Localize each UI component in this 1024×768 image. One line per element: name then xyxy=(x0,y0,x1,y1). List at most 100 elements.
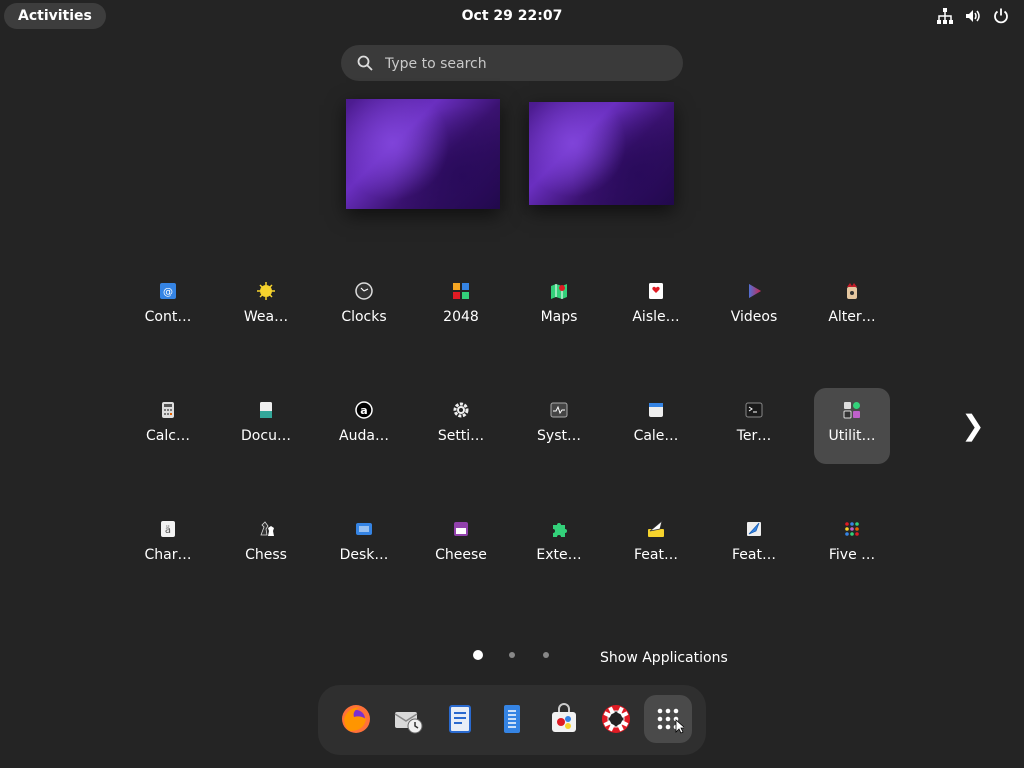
maps-icon xyxy=(551,284,567,299)
app-terminal[interactable]: Ter… xyxy=(716,388,792,464)
app-label: 2048 xyxy=(443,309,479,325)
app-maps[interactable]: Maps xyxy=(521,269,597,345)
dash-writer[interactable] xyxy=(436,695,484,743)
app-settings[interactable]: Setti… xyxy=(423,388,499,464)
app-label: Auda… xyxy=(339,428,389,444)
app-clocks[interactable]: Clocks xyxy=(326,269,402,345)
characters-icon: ä xyxy=(161,521,175,537)
app-label: Cale… xyxy=(633,428,679,444)
app-label: Five … xyxy=(828,547,876,563)
dash-help[interactable] xyxy=(592,695,640,743)
app-utilities-folder[interactable]: Utilit… xyxy=(814,388,890,464)
clock[interactable]: Oct 29 22:07 xyxy=(0,0,1024,32)
app-weather[interactable]: Wea… xyxy=(228,269,304,345)
app-chess[interactable]: Chess xyxy=(228,507,304,583)
alternative-icon xyxy=(847,283,857,299)
search-bar[interactable] xyxy=(341,45,683,83)
dash-firefox[interactable] xyxy=(332,695,380,743)
app-label: Calc… xyxy=(146,428,190,444)
svg-text:a: a xyxy=(360,404,367,417)
svg-text:ä: ä xyxy=(165,525,171,536)
contacts-icon: @ xyxy=(160,283,176,299)
app-label: Utilit… xyxy=(828,428,876,444)
dash-text-editor[interactable] xyxy=(488,695,536,743)
app-extensions[interactable]: Exte… xyxy=(521,507,597,583)
page-dot-2[interactable] xyxy=(509,652,515,658)
app-label: Feat… xyxy=(634,547,678,563)
app-label: Desk… xyxy=(339,547,389,563)
svg-text:@: @ xyxy=(163,287,173,298)
audacity-icon: a xyxy=(355,401,373,419)
app-aisleriot[interactable]: Aisle… xyxy=(618,269,694,345)
app-feather[interactable]: Feat… xyxy=(618,507,694,583)
app-feather-pad[interactable]: Feat… xyxy=(716,507,792,583)
dash-evolution[interactable] xyxy=(384,695,432,743)
page-dot-1[interactable] xyxy=(473,650,483,660)
weather-icon xyxy=(257,282,275,300)
app-label: Maps xyxy=(540,309,578,325)
extensions-icon xyxy=(553,523,567,537)
app-label: Cont… xyxy=(144,309,192,325)
five-or-more-icon xyxy=(845,522,859,536)
workspace-thumbnail-2[interactable] xyxy=(529,102,674,205)
app-label: Chess xyxy=(245,547,287,563)
app-2048[interactable]: 2048 xyxy=(423,269,499,345)
app-label: Docu… xyxy=(241,428,291,444)
utilities-folder-icon xyxy=(843,402,860,419)
app-label: Cheese xyxy=(435,547,487,563)
calculator-icon xyxy=(162,402,174,418)
show-apps-icon xyxy=(657,708,684,734)
app-videos[interactable]: Videos xyxy=(716,269,792,345)
aisleriot-icon xyxy=(649,283,663,299)
app-alternative[interactable]: Alter… xyxy=(814,269,890,345)
settings-icon xyxy=(453,402,469,418)
system-tray[interactable] xyxy=(936,7,1010,25)
power-icon[interactable] xyxy=(992,7,1010,25)
app-audacity[interactable]: a Auda… xyxy=(326,388,402,464)
network-icon[interactable] xyxy=(936,7,954,25)
text-editor-icon xyxy=(504,705,520,733)
next-page-arrow[interactable]: ❯ xyxy=(958,410,988,442)
videos-icon xyxy=(749,284,761,298)
top-bar: Activities Oct 29 22:07 xyxy=(0,0,1024,32)
system-monitor-icon xyxy=(550,402,568,418)
2048-icon xyxy=(453,283,469,299)
app-calculator[interactable]: Calc… xyxy=(130,388,206,464)
search-input[interactable] xyxy=(383,45,667,83)
app-label: Clocks xyxy=(341,309,387,325)
software-icon xyxy=(552,703,576,732)
app-label: Setti… xyxy=(437,428,485,444)
chess-icon xyxy=(260,521,274,536)
app-system-monitor[interactable]: Syst… xyxy=(521,388,597,464)
app-cheese[interactable]: Cheese xyxy=(423,507,499,583)
app-five-or-more[interactable]: Five … xyxy=(814,507,890,583)
dash-software[interactable] xyxy=(540,695,588,743)
volume-icon[interactable] xyxy=(964,7,982,25)
clocks-icon xyxy=(355,282,373,300)
app-characters[interactable]: ä Char… xyxy=(130,507,206,583)
firefox-icon xyxy=(342,705,370,733)
app-label: Alter… xyxy=(828,309,876,325)
app-document-scanner[interactable]: Docu… xyxy=(228,388,304,464)
app-label: Syst… xyxy=(537,428,581,444)
app-calendar[interactable]: Cale… xyxy=(618,388,694,464)
page-dot-3[interactable] xyxy=(543,652,549,658)
writer-icon xyxy=(449,705,471,733)
document-scanner-icon xyxy=(260,402,272,418)
app-label: Videos xyxy=(730,309,778,325)
cheese-icon xyxy=(454,522,468,536)
app-label: Exte… xyxy=(536,547,582,563)
app-label: Aisle… xyxy=(632,309,680,325)
search-icon xyxy=(357,55,373,71)
terminal-icon xyxy=(745,402,763,418)
dash xyxy=(318,685,706,755)
show-applications-button[interactable] xyxy=(644,695,692,743)
calendar-icon xyxy=(649,403,663,417)
app-label: Ter… xyxy=(736,428,772,444)
workspace-thumbnail-1[interactable] xyxy=(346,99,500,209)
app-label: Feat… xyxy=(732,547,776,563)
feather-icon xyxy=(648,519,664,537)
app-contacts[interactable]: @ Cont… xyxy=(130,269,206,345)
app-desktop[interactable]: Desk… xyxy=(326,507,402,583)
help-icon xyxy=(602,705,630,733)
